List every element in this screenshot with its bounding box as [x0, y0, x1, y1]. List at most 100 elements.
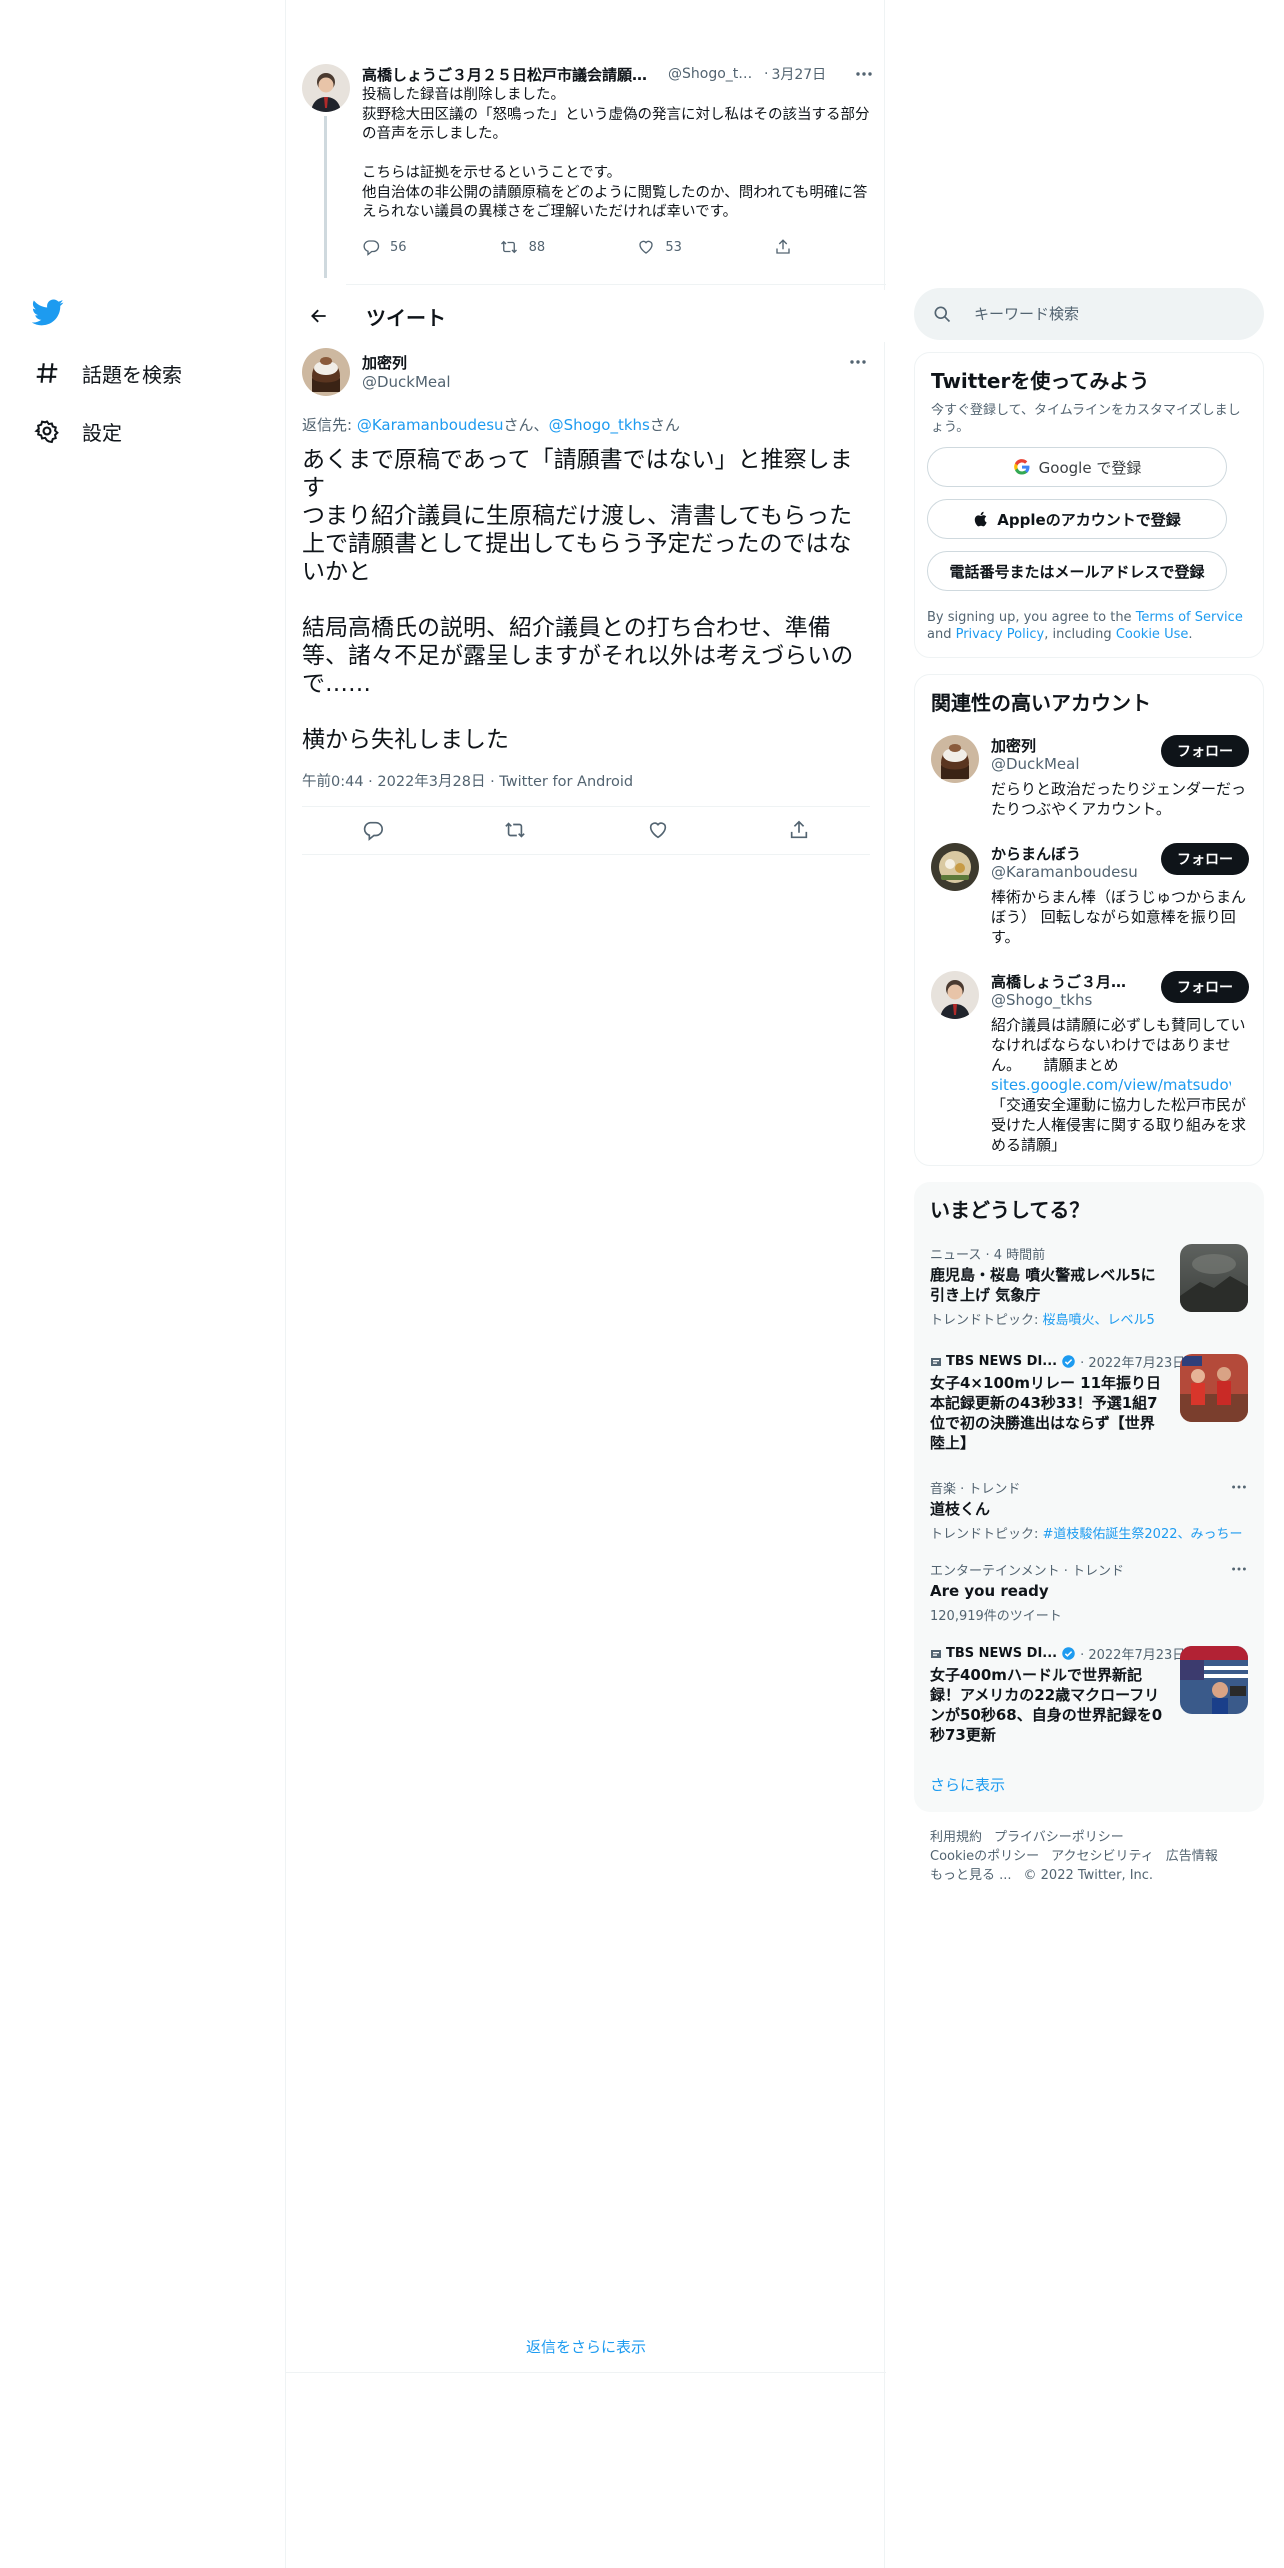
signup-legal-text: By signing up, you agree to the Terms of… [927, 609, 1253, 643]
divider [346, 284, 886, 285]
account-name[interactable]: 加密列 [991, 735, 1036, 756]
avatar[interactable] [931, 735, 979, 783]
tweet-author-handle[interactable]: @Shogo_tk... [668, 66, 758, 82]
trend-thumbnail [1180, 1354, 1248, 1422]
tweet-time[interactable]: 午前0:44 [302, 774, 364, 790]
twitter-logo-icon[interactable] [32, 296, 64, 328]
footer-accessibility-link[interactable]: アクセシビリティ [1051, 1849, 1154, 1864]
tweet-actions [302, 806, 870, 854]
footer-privacy-link[interactable]: プライバシーポリシー [994, 1830, 1124, 1845]
tweet-date[interactable]: 2022年3月28日 [377, 774, 485, 790]
like-count: 53 [665, 239, 682, 255]
reply-icon [362, 238, 390, 256]
tweet-author-name[interactable]: 加密列 [362, 352, 407, 373]
google-signup-button[interactable]: Google で登録 [927, 447, 1227, 487]
footer-ads-link[interactable]: 広告情報 [1166, 1849, 1218, 1864]
account-name[interactable]: からまんぼう [991, 843, 1081, 864]
conversation-tweet[interactable]: 高橋しょうご３月２５日松戸市議会請願審... @Shogo_tk... · 3月… [362, 64, 874, 223]
nav-settings[interactable]: 設定 [32, 411, 122, 451]
footer-terms-link[interactable]: 利用規約 [930, 1830, 982, 1845]
avatar[interactable] [302, 64, 350, 112]
footer-more-link[interactable]: もっと見る ... [930, 1868, 1012, 1883]
trend-item[interactable]: ニュース · 4 時間前 鹿児島・桜島 噴火警戒レベル5に引き上げ 気象庁 トレ… [930, 1244, 1248, 1328]
terms-link[interactable]: Terms of Service [1136, 610, 1243, 625]
apple-icon [973, 510, 997, 528]
google-icon [1013, 458, 1039, 476]
legal-text: By signing up, you agree to the [927, 610, 1136, 625]
trend-meta: 音楽 · トレンド [930, 1482, 1021, 1497]
tweet-metadata: 午前0:44 · 2022年3月28日 · Twitter for Androi… [302, 770, 633, 791]
reply-button[interactable]: 56 [362, 238, 407, 256]
avatar[interactable] [931, 971, 979, 1019]
follow-button[interactable]: フォロー [1161, 971, 1249, 1003]
trend-subtitle: トレンドトピック: #道枝駿佑誕生祭2022、みっちー [930, 1523, 1248, 1542]
retweet-button[interactable]: 88 [499, 238, 545, 256]
legal-text: , including [1044, 627, 1116, 642]
privacy-link[interactable]: Privacy Policy [956, 627, 1045, 642]
account-suggestion[interactable]: 高橋しょうご３月２... @Shogo_tkhs 紹介議員は請願に必ずしも賛同し… [931, 971, 1249, 1157]
trend-item[interactable]: エンターテインメント · トレンド Are you ready 120,919件… [930, 1560, 1248, 1628]
show-more-trends-link[interactable]: さらに表示 [930, 1774, 1005, 1795]
reply-mention-link[interactable]: @Karamanboudesu [357, 416, 504, 434]
trend-item[interactable]: 音楽 · トレンド 道枝くん トレンドトピック: #道枝駿佑誕生祭2022、みっ… [930, 1478, 1248, 1546]
apple-signup-button[interactable]: Appleのアカウントで登録 [927, 499, 1227, 539]
back-arrow-icon[interactable] [302, 299, 336, 333]
who-to-follow-card: 関連性の高いアカウント 加密列 @DuckMeal だらりと政治だったりジェンダ… [914, 674, 1264, 1166]
trend-topic-link[interactable]: #道枝駿佑誕生祭2022、みっちー [1043, 1527, 1243, 1542]
left-navigation: 話題を検索 設定 [0, 0, 285, 2568]
trend-meta: エンターテインメント · トレンド [930, 1564, 1125, 1579]
separator-dot: · [368, 774, 373, 790]
tweet-author-handle[interactable]: @DuckMeal [362, 373, 451, 391]
account-suggestion[interactable]: からまんぼう @Karamanboudesu 棒術からまん棒（ぼうじゅつからまん… [931, 843, 1249, 953]
like-button[interactable]: 53 [637, 238, 682, 256]
trend-tweet-count: 120,919件のツイート [930, 1609, 1062, 1624]
trend-topic-link[interactable]: 桜島噴火、レベル5 [1043, 1313, 1155, 1328]
more-options-icon[interactable] [848, 352, 868, 372]
news-source-icon [930, 1648, 942, 1660]
tweet-author-name[interactable]: 高橋しょうご３月２５日松戸市議会請願審... [362, 64, 662, 85]
news-date: · 2022年7月23日 [1080, 1648, 1186, 1663]
retweet-icon[interactable] [503, 819, 527, 841]
trend-subtitle-prefix: トレンドトピック: [930, 1527, 1043, 1542]
account-name[interactable]: 高橋しょうご３月２... [991, 971, 1141, 992]
avatar[interactable] [302, 348, 350, 396]
cookie-link[interactable]: Cookie Use [1116, 627, 1189, 642]
follow-button[interactable]: フォロー [1161, 843, 1249, 875]
account-bio-text: 「交通安全運動に協力した松戸市民が受けた人権侵害に関する取り組みを求める請願」 [991, 1096, 1247, 1154]
tweet-date[interactable]: 3月27日 [771, 64, 826, 84]
share-icon[interactable] [788, 819, 810, 841]
reply-mention-link[interactable]: @Shogo_tkhs [549, 416, 650, 434]
reply-icon[interactable] [362, 819, 384, 841]
heart-icon [637, 238, 665, 256]
gear-icon [32, 416, 62, 446]
follow-button[interactable]: フォロー [1161, 735, 1249, 767]
more-options-icon[interactable] [854, 64, 874, 84]
phone-email-signup-label: 電話番号またはメールアドレスで登録 [949, 562, 1205, 581]
avatar[interactable] [931, 843, 979, 891]
thread-connector-line [324, 116, 327, 278]
divider [302, 854, 870, 855]
account-suggestion[interactable]: 加密列 @DuckMeal だらりと政治だったりジェンダーだったりつぶやくアカウ… [931, 735, 1249, 825]
footer-copyright: © 2022 Twitter, Inc. [1023, 1868, 1154, 1883]
trend-title: 女子4×100mリレー 11年振り日本記録更新の43秒33！予選1組7位で初の決… [930, 1374, 1162, 1452]
phone-email-signup-button[interactable]: 電話番号またはメールアドレスで登録 [927, 551, 1227, 591]
heart-icon[interactable] [647, 819, 669, 841]
nav-explore[interactable]: 話題を検索 [32, 353, 182, 393]
trend-thumbnail [1180, 1646, 1248, 1714]
account-bio-link[interactable]: sites.google.com/view/matsudovt... [991, 1075, 1231, 1095]
account-bio: 紹介議員は請願に必ずしも賛同していなければならないわけではありません。 請願まと… [991, 1015, 1251, 1155]
replying-to-honorific: さん、 [503, 416, 549, 434]
show-more-replies-link[interactable]: 返信をさらに表示 [286, 2336, 886, 2357]
tweet-actions: 56 88 53 [362, 238, 802, 256]
search-input[interactable] [974, 305, 1234, 323]
trend-title: 鹿児島・桜島 噴火警戒レベル5に引き上げ 気象庁 [930, 1266, 1156, 1304]
trend-item[interactable]: TBS NEWS DI... · 2022年7月23日 女子4×100mリレー … [930, 1352, 1248, 1462]
more-options-icon[interactable] [1230, 1478, 1248, 1496]
search-bar[interactable] [914, 288, 1264, 340]
footer-cookie-link[interactable]: Cookieのポリシー [930, 1849, 1039, 1864]
share-button[interactable] [774, 238, 802, 256]
tweet-source[interactable]: Twitter for Android [499, 774, 633, 790]
more-options-icon[interactable] [1230, 1560, 1248, 1578]
trend-item[interactable]: TBS NEWS DI... · 2022年7月23日 女子400mハードルで世… [930, 1644, 1248, 1754]
trend-title: Are you ready [930, 1582, 1049, 1600]
